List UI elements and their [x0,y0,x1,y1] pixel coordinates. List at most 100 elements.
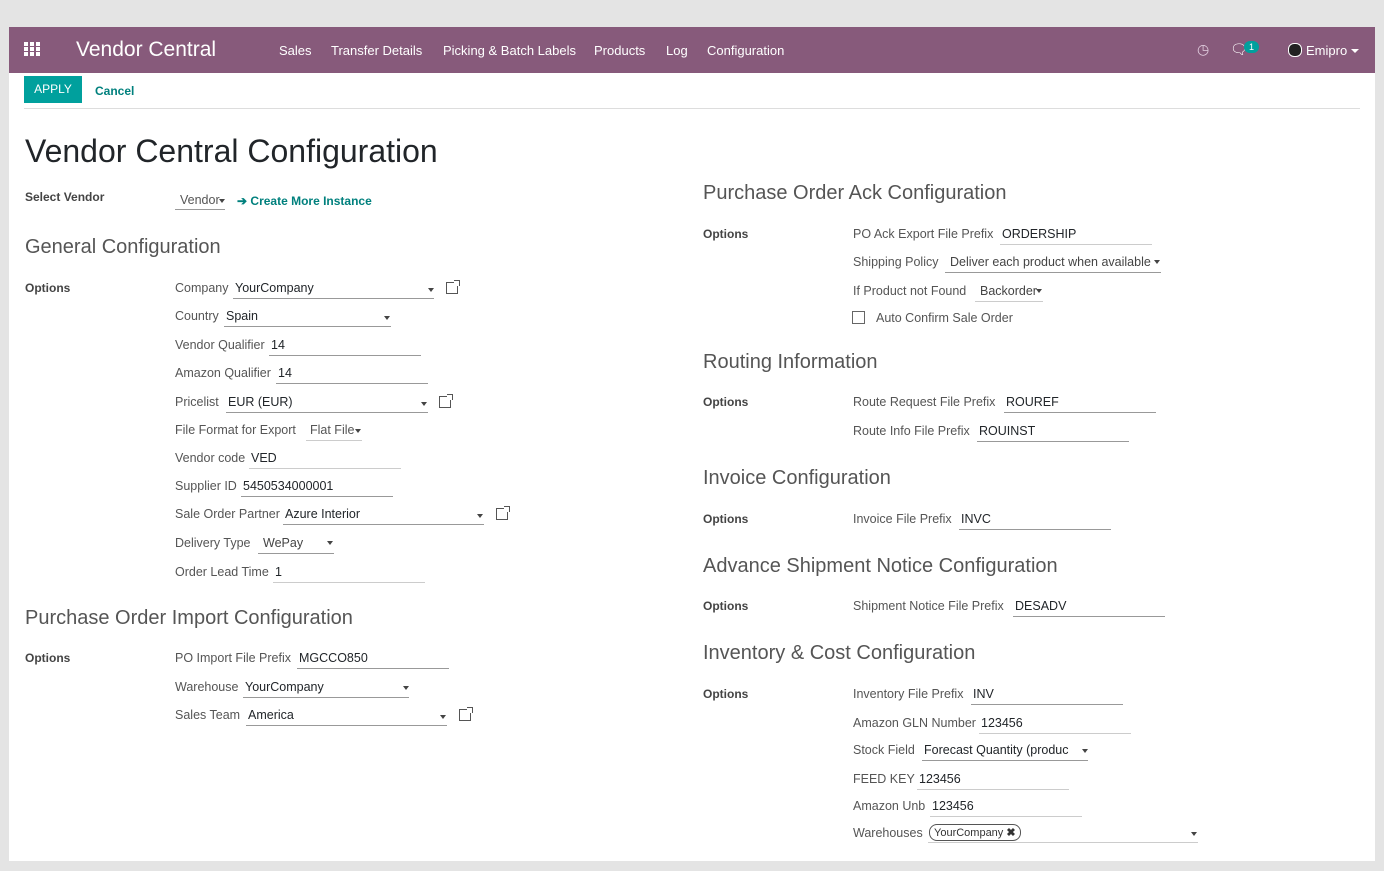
amazon-gln-value: 123456 [981,716,1023,730]
inventory-prefix-value: INV [973,687,994,701]
supplier-id-value: 5450534000001 [243,479,334,493]
po-ack-heading: Purchase Order Ack Configuration [703,182,1007,204]
invoice-heading: Invoice Configuration [703,467,891,489]
shipping-policy-value: Deliver each product when available [950,255,1151,269]
shipment-notice-prefix-label: Shipment Notice File Prefix [853,599,1004,613]
dropdown-arrow-icon [327,541,333,545]
file-format-label: File Format for Export [175,423,296,437]
apps-menu-icon[interactable] [24,42,41,56]
create-more-instance-link[interactable]: ➔ Create More Instance [237,194,372,208]
dropdown-arrow-icon [428,288,434,292]
pricelist-value: EUR (EUR) [228,395,293,409]
order-lead-time-input[interactable] [273,564,425,583]
dropdown-arrow-icon [477,514,483,518]
divider [24,108,1360,109]
dropdown-arrow-icon [1154,260,1160,264]
stock-field-label: Stock Field [853,743,915,757]
amazon-qualifier-label: Amazon Qualifier [175,366,271,380]
dropdown-arrow-icon [219,199,225,203]
app-window: Vendor Central Sales Transfer Details Pi… [9,27,1375,861]
delivery-type-label: Delivery Type [175,536,251,550]
options-label: Options [703,687,749,701]
order-lead-time-label: Order Lead Time [175,565,269,579]
amazon-qualifier-value: 14 [278,366,292,380]
sales-team-label: Sales Team [175,708,241,722]
menu-transfer-details[interactable]: Transfer Details [331,43,422,58]
page-title: Vendor Central Configuration [25,133,438,169]
chevron-down-icon [1351,49,1360,53]
user-menu[interactable]: Emipro [1288,43,1360,58]
vendor-qualifier-label: Vendor Qualifier [175,338,265,352]
company-label: Company [175,281,229,295]
order-lead-time-value: 1 [275,565,282,579]
select-vendor-label: Select Vendor [25,190,105,204]
product-not-found-value: Backorder [980,284,1037,298]
external-link-icon[interactable] [446,280,460,294]
options-label: Options [703,599,749,613]
external-link-icon[interactable] [496,506,510,520]
amazon-unb-value: 123456 [932,799,974,813]
dropdown-arrow-icon [1191,832,1197,836]
asn-heading: Advance Shipment Notice Configuration [703,555,1058,577]
remove-tag-icon[interactable]: ✖ [1006,827,1015,839]
general-config-heading: General Configuration [25,236,221,258]
menu-picking-batch-labels[interactable]: Picking & Batch Labels [443,43,576,58]
external-link-icon[interactable] [459,707,473,721]
menu-configuration[interactable]: Configuration [707,43,784,58]
country-label: Country [175,309,219,323]
amazon-qualifier-input[interactable] [276,365,428,384]
dropdown-arrow-icon [1036,289,1042,293]
app-brand[interactable]: Vendor Central [76,38,216,62]
routing-heading: Routing Information [703,351,878,373]
menu-sales[interactable]: Sales [279,43,312,58]
route-request-value: ROUREF [1006,395,1059,409]
menu-log[interactable]: Log [666,43,688,58]
menu-products[interactable]: Products [594,43,645,58]
feed-key-label: FEED KEY [853,772,915,786]
dropdown-arrow-icon [355,429,361,433]
warehouse-tag-label: YourCompany [934,827,1004,839]
po-import-prefix-value: MGCCO850 [299,651,368,665]
product-not-found-label: If Product not Found [853,284,967,298]
po-ack-prefix-value: ORDERSHIP [1002,227,1077,241]
vendor-code-label: Vendor code [175,451,246,465]
user-name: Emipro [1306,43,1348,58]
route-info-label: Route Info File Prefix [853,424,970,438]
inventory-heading: Inventory & Cost Configuration [703,642,976,664]
options-label: Options [703,227,749,241]
stock-field-value: Forecast Quantity (produc [924,743,1069,757]
external-link-icon[interactable] [439,394,453,408]
arrow-right-icon: ➔ [237,194,248,208]
company-value: YourCompany [235,281,314,295]
feed-key-value: 123456 [919,772,961,786]
dropdown-arrow-icon [421,402,427,406]
dropdown-arrow-icon [384,316,390,320]
invoice-prefix-label: Invoice File Prefix [853,512,952,526]
avatar [1288,43,1302,57]
delivery-type-value: WePay [263,536,304,550]
sale-order-partner-value: Azure Interior [285,507,361,521]
amazon-gln-label: Amazon GLN Number [853,716,976,730]
po-import-heading: Purchase Order Import Configuration [25,607,353,629]
amazon-unb-label: Amazon Unb [853,799,926,813]
auto-confirm-label: Auto Confirm Sale Order [876,311,1013,325]
create-more-label: Create More Instance [250,194,372,208]
options-label: Options [703,512,749,526]
warehouse-label: Warehouse [175,680,239,694]
options-label: Options [25,651,71,665]
po-import-prefix-label: PO Import File Prefix [175,651,291,665]
vendor-select-value: Vendor [180,193,220,207]
cancel-button[interactable]: Cancel [95,84,134,98]
chat-count-badge: 1 [1244,41,1260,53]
supplier-id-label: Supplier ID [175,479,237,493]
po-ack-prefix-label: PO Ack Export File Prefix [853,227,994,241]
auto-confirm-checkbox[interactable] [852,311,865,324]
warehouse-value: YourCompany [245,680,324,694]
activity-clock-icon[interactable]: ◷ [1197,42,1209,58]
apply-button[interactable]: APPLY [24,76,82,103]
pricelist-label: Pricelist [175,395,219,409]
vendor-qualifier-value: 14 [271,338,285,352]
vendor-code-value: VED [251,451,277,465]
vendor-qualifier-input[interactable] [269,337,421,356]
route-request-label: Route Request File Prefix [853,395,996,409]
